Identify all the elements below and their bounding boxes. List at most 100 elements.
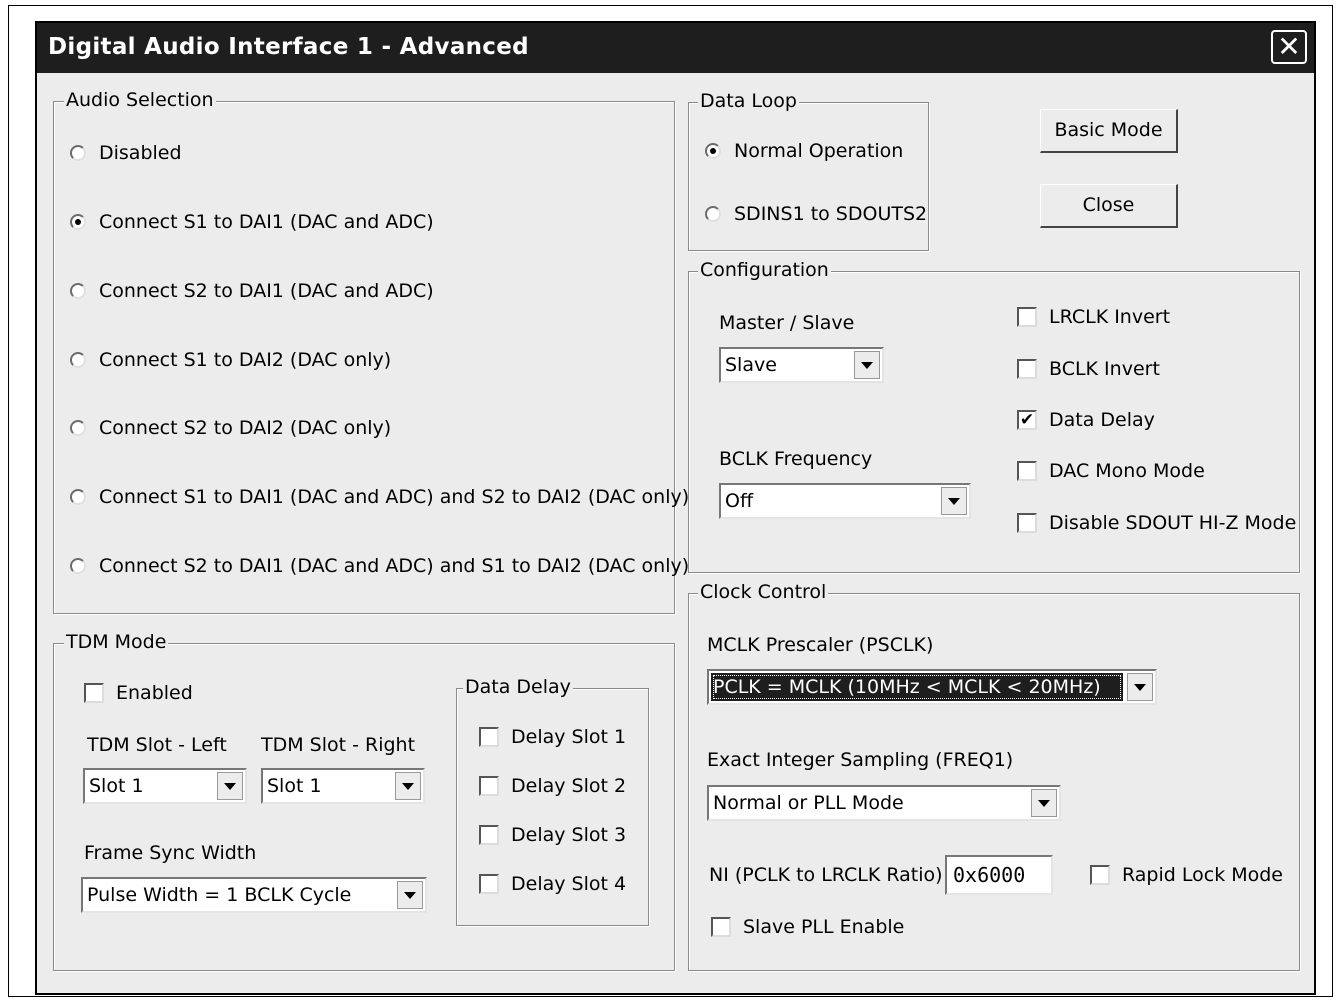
dac-mono-mode-checkbox[interactable]: DAC Mono Mode xyxy=(1017,460,1205,482)
radio-label: Connect S2 to DAI1 (DAC and ADC) and S1 … xyxy=(99,555,690,577)
chevron-down-icon[interactable] xyxy=(217,772,243,800)
chevron-down-icon[interactable] xyxy=(395,772,421,800)
radio-s2-dai2[interactable]: Connect S2 to DAI2 (DAC only) xyxy=(70,417,391,439)
checkbox-label: Delay Slot 2 xyxy=(511,775,627,797)
disable-sdout-hiz-checkbox[interactable]: Disable SDOUT HI-Z Mode xyxy=(1017,512,1296,534)
radio-s1-dai1-s2-dai2[interactable]: Connect S1 to DAI1 (DAC and ADC) and S2 … xyxy=(70,486,689,508)
radio-s2-dai1[interactable]: Connect S2 to DAI1 (DAC and ADC) xyxy=(70,280,434,302)
checkbox-label: Delay Slot 4 xyxy=(511,873,627,895)
checkbox-icon xyxy=(479,874,499,894)
data-delay-checkbox[interactable]: ✔ Data Delay xyxy=(1017,409,1155,431)
select-value: Slot 1 xyxy=(89,775,144,797)
radio-button-icon xyxy=(70,489,86,505)
select-value: Slave xyxy=(725,354,777,376)
title-bar: Digital Audio Interface 1 - Advanced ✕ xyxy=(37,23,1314,73)
checkbox-label: Disable SDOUT HI-Z Mode xyxy=(1049,512,1297,534)
checkbox-label: Delay Slot 3 xyxy=(511,824,627,846)
checkbox-label: Data Delay xyxy=(1049,409,1155,431)
radio-button-icon xyxy=(70,283,86,299)
bclk-invert-checkbox[interactable]: BCLK Invert xyxy=(1017,358,1160,380)
tdm-enabled-checkbox[interactable]: Enabled xyxy=(84,682,193,704)
checkbox-label: Enabled xyxy=(116,682,193,704)
radio-label: Disabled xyxy=(99,142,182,164)
ni-ratio-input[interactable]: 0x6000 xyxy=(945,855,1053,895)
chevron-down-icon[interactable] xyxy=(1031,789,1057,817)
mclk-prescaler-select[interactable]: PCLK = MCLK (10MHz < MCLK < 20MHz) xyxy=(707,669,1157,705)
chevron-down-icon[interactable] xyxy=(397,881,423,909)
checkbox-label: Rapid Lock Mode xyxy=(1122,864,1283,886)
radio-button-icon xyxy=(705,206,721,222)
checkbox-icon xyxy=(1090,865,1110,885)
frame-sync-width-label: Frame Sync Width xyxy=(84,842,257,864)
checkbox-icon xyxy=(479,776,499,796)
delay-slot-4-checkbox[interactable]: Delay Slot 4 xyxy=(479,873,626,895)
radio-button-icon xyxy=(70,420,86,436)
tdm-data-delay-label: Data Delay xyxy=(463,676,573,698)
radio-button-icon xyxy=(70,145,86,161)
radio-label: Connect S2 to DAI2 (DAC only) xyxy=(99,417,392,439)
chevron-down-icon[interactable] xyxy=(1127,673,1153,701)
chevron-down-icon[interactable] xyxy=(941,487,967,515)
basic-mode-button[interactable]: Basic Mode xyxy=(1040,109,1178,153)
tdm-slot-left-label: TDM Slot - Left xyxy=(87,734,227,756)
delay-slot-1-checkbox[interactable]: Delay Slot 1 xyxy=(479,726,626,748)
radio-label: Connect S1 to DAI1 (DAC and ADC) and S2 … xyxy=(99,486,690,508)
dialog-client-area: Audio Selection Disabled Connect S1 to D… xyxy=(37,73,1314,993)
checkbox-label: Slave PLL Enable xyxy=(743,916,905,938)
radio-disabled[interactable]: Disabled xyxy=(70,142,182,164)
checkbox-icon xyxy=(479,727,499,747)
checkbox-label: BCLK Invert xyxy=(1049,358,1160,380)
dialog-window: Digital Audio Interface 1 - Advanced ✕ A… xyxy=(35,21,1316,995)
clock-control-label: Clock Control xyxy=(698,581,829,603)
freq1-select[interactable]: Normal or PLL Mode xyxy=(707,785,1061,821)
radio-button-selected-icon xyxy=(705,143,721,159)
radio-button-selected-icon xyxy=(70,214,86,230)
select-value: Pulse Width = 1 BCLK Cycle xyxy=(87,884,352,906)
frame-sync-width-select[interactable]: Pulse Width = 1 BCLK Cycle xyxy=(81,877,427,913)
bclk-frequency-select[interactable]: Off xyxy=(719,483,971,519)
select-value: Off xyxy=(725,490,754,512)
radio-label: Connect S2 to DAI1 (DAC and ADC) xyxy=(99,280,434,302)
radio-sdins1-sdouts2[interactable]: SDINS1 to SDOUTS2 xyxy=(705,203,927,225)
bclk-frequency-label: BCLK Frequency xyxy=(719,448,873,470)
radio-normal-operation[interactable]: Normal Operation xyxy=(705,140,903,162)
select-value: Slot 1 xyxy=(267,775,322,797)
master-slave-label: Master / Slave xyxy=(719,312,855,334)
chevron-down-icon[interactable] xyxy=(854,351,880,379)
slave-pll-enable-checkbox[interactable]: Slave PLL Enable xyxy=(711,916,904,938)
radio-s2-dai1-s1-dai2[interactable]: Connect S2 to DAI1 (DAC and ADC) and S1 … xyxy=(70,555,689,577)
lrclk-invert-checkbox[interactable]: LRCLK Invert xyxy=(1017,306,1170,328)
audio-selection-label: Audio Selection xyxy=(64,89,216,111)
data-loop-group: Data Loop Normal Operation SDINS1 to SDO… xyxy=(688,90,929,251)
checkbox-icon xyxy=(479,825,499,845)
checkbox-label: DAC Mono Mode xyxy=(1049,460,1205,482)
data-loop-label: Data Loop xyxy=(698,90,799,112)
radio-button-icon xyxy=(70,558,86,574)
checkbox-label: LRCLK Invert xyxy=(1049,306,1171,328)
tdm-slot-right-select[interactable]: Slot 1 xyxy=(261,768,425,804)
audio-selection-group: Audio Selection Disabled Connect S1 to D… xyxy=(53,89,689,614)
ni-ratio-label: NI (PCLK to LRCLK Ratio) xyxy=(709,864,943,886)
rapid-lock-mode-checkbox[interactable]: Rapid Lock Mode xyxy=(1090,864,1283,886)
checkbox-icon xyxy=(1017,513,1037,533)
radio-s1-dai2[interactable]: Connect S1 to DAI2 (DAC only) xyxy=(70,349,391,371)
tdm-slot-right-label: TDM Slot - Right xyxy=(261,734,416,756)
master-slave-select[interactable]: Slave xyxy=(719,347,884,383)
close-icon[interactable]: ✕ xyxy=(1271,30,1307,64)
radio-label: Connect S1 to DAI2 (DAC only) xyxy=(99,349,392,371)
checkbox-icon xyxy=(1017,359,1037,379)
checkmark-icon: ✔ xyxy=(1017,410,1037,430)
mclk-prescaler-label: MCLK Prescaler (PSCLK) xyxy=(707,634,934,656)
tdm-mode-label: TDM Mode xyxy=(64,631,169,653)
tdm-slot-left-select[interactable]: Slot 1 xyxy=(83,768,247,804)
checkbox-icon xyxy=(1017,461,1037,481)
window-title: Digital Audio Interface 1 - Advanced xyxy=(48,34,529,60)
radio-button-icon xyxy=(70,352,86,368)
delay-slot-3-checkbox[interactable]: Delay Slot 3 xyxy=(479,824,626,846)
configuration-label: Configuration xyxy=(698,259,831,281)
delay-slot-2-checkbox[interactable]: Delay Slot 2 xyxy=(479,775,626,797)
radio-label: SDINS1 to SDOUTS2 xyxy=(734,203,928,225)
freq1-label: Exact Integer Sampling (FREQ1) xyxy=(707,749,1014,771)
radio-s1-dai1[interactable]: Connect S1 to DAI1 (DAC and ADC) xyxy=(70,211,434,233)
close-button[interactable]: Close xyxy=(1040,184,1178,228)
